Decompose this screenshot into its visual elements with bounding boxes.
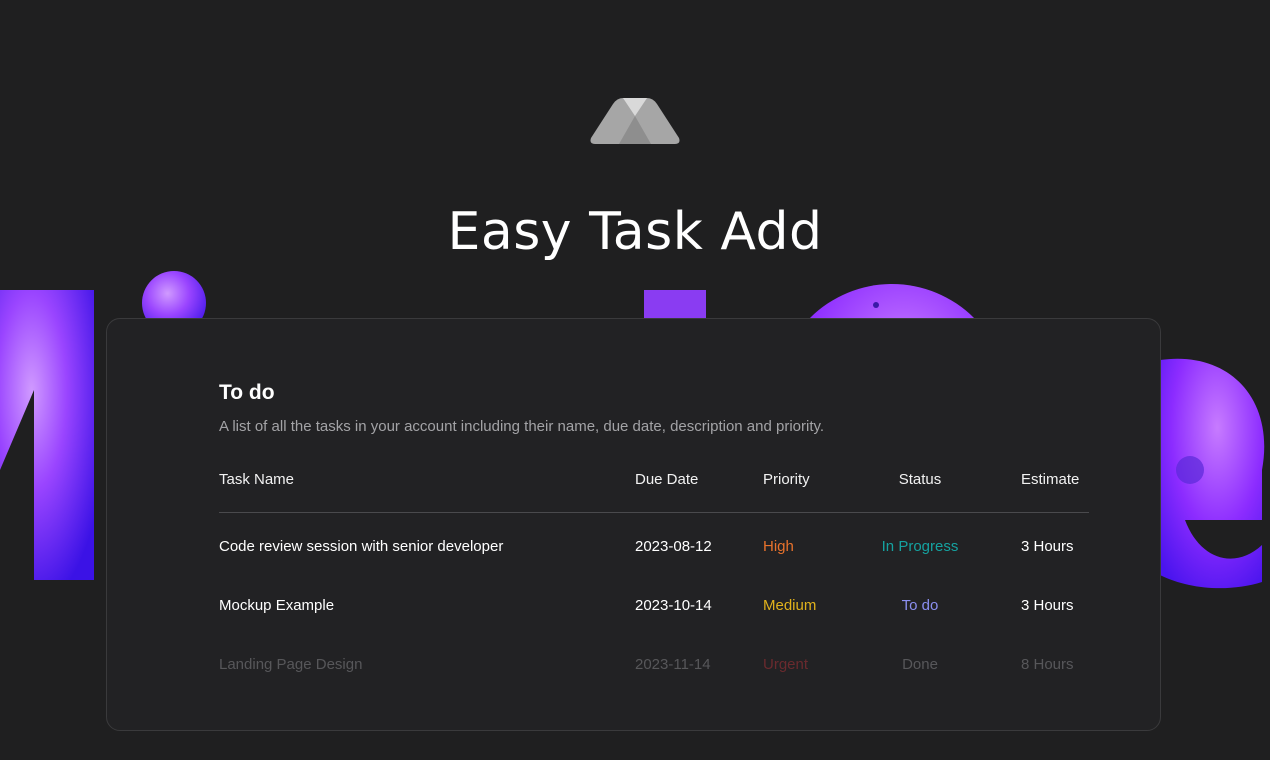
hero-title: Easy Task Add: [447, 202, 823, 262]
page: Easy Task Add To do A list of all the ta…: [0, 0, 1270, 760]
priority-cell: Medium: [763, 597, 817, 614]
bubble-decor: [873, 302, 879, 308]
column-header-estimate[interactable]: Estimate: [1021, 471, 1079, 488]
task-name-cell: Mockup Example: [219, 597, 335, 614]
column-header-priority[interactable]: Priority: [763, 471, 810, 488]
estimate-cell: 8 Hours: [1021, 656, 1074, 673]
task-name-cell: Code review session with senior develope…: [219, 538, 504, 555]
status-cell: In Progress: [881, 538, 959, 555]
letter-m-shape: [0, 290, 94, 580]
header-divider: [219, 512, 1089, 513]
column-header-task-name[interactable]: Task Name: [219, 471, 294, 488]
task-name-cell: Landing Page Design: [219, 656, 363, 673]
status-cell: To do: [901, 597, 939, 614]
app-logo-icon: [590, 98, 680, 144]
priority-cell: High: [763, 538, 794, 555]
due-date-cell: 2023-08-12: [635, 538, 712, 555]
estimate-cell: 3 Hours: [1021, 597, 1074, 614]
estimate-cell: 3 Hours: [1021, 538, 1074, 555]
letter-e-shape: [1160, 358, 1265, 589]
column-header-status[interactable]: Status: [877, 471, 963, 488]
due-date-cell: 2023-10-14: [635, 597, 712, 614]
status-cell: Done: [902, 656, 938, 673]
priority-cell: Urgent: [763, 656, 809, 673]
due-date-cell: 2023-11-14: [635, 656, 711, 673]
table-title: To do: [219, 381, 275, 404]
task-table-card: To do A list of all the tasks in your ac…: [106, 318, 1161, 731]
table-description: A list of all the tasks in your account …: [219, 418, 825, 435]
bubble-decor: [1176, 456, 1204, 484]
column-header-due-date[interactable]: Due Date: [635, 471, 698, 488]
